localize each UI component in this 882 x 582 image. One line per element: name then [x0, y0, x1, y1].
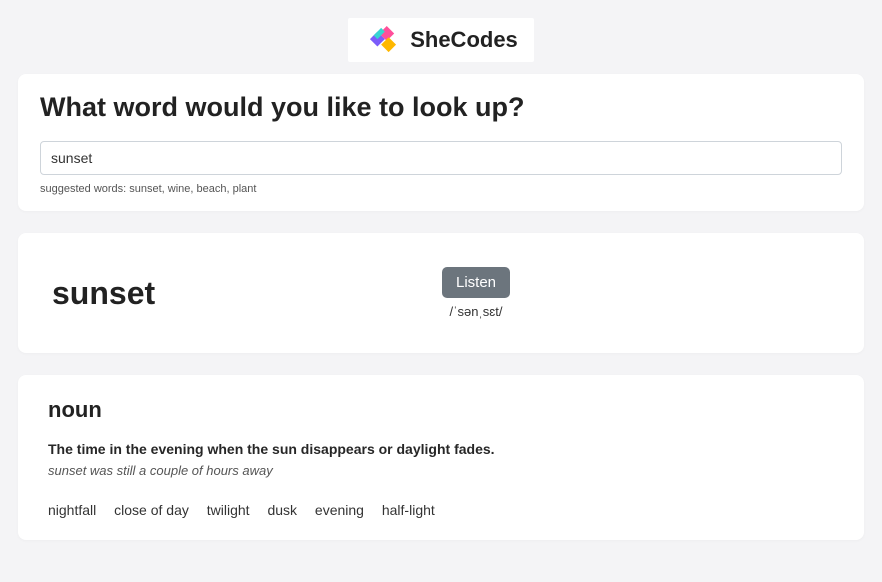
brand-name: SheCodes: [410, 27, 518, 53]
meaning-card: noun The time in the evening when the su…: [18, 375, 864, 540]
result-word: sunset: [52, 275, 402, 312]
part-of-speech: noun: [48, 397, 834, 423]
brand-logo: SheCodes: [348, 18, 534, 62]
phonetic-text: /ˈsənˌsɛt/: [442, 304, 510, 319]
synonyms-list: nightfall close of day twilight dusk eve…: [48, 502, 834, 518]
example-text: sunset was still a couple of hours away: [48, 463, 834, 478]
synonym: twilight: [207, 502, 250, 518]
brand-icon: [364, 26, 402, 54]
synonym: close of day: [114, 502, 189, 518]
synonym: dusk: [267, 502, 297, 518]
search-heading: What word would you like to look up?: [40, 92, 842, 123]
search-card: What word would you like to look up? sug…: [18, 74, 864, 211]
definition-text: The time in the evening when the sun dis…: [48, 441, 834, 457]
synonym: nightfall: [48, 502, 96, 518]
listen-button[interactable]: Listen: [442, 267, 510, 298]
synonym: half-light: [382, 502, 435, 518]
header: SheCodes: [18, 10, 864, 74]
synonym: evening: [315, 502, 364, 518]
pronunciation-block: Listen /ˈsənˌsɛt/: [442, 267, 510, 319]
result-card: sunset Listen /ˈsənˌsɛt/: [18, 233, 864, 353]
suggested-words: suggested words: sunset, wine, beach, pl…: [40, 183, 842, 195]
search-input[interactable]: [40, 141, 842, 175]
